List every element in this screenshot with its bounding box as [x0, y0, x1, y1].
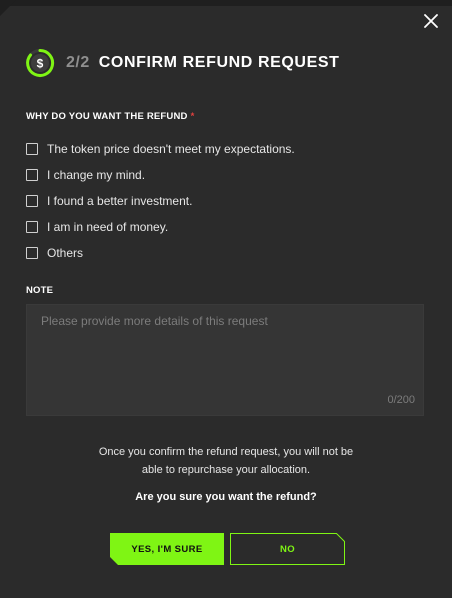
cancel-no-button[interactable]: NO: [230, 533, 345, 565]
confirmation-message-line: able to repurchase your allocation.: [141, 464, 311, 476]
reasons-label-text: WHY DO YOU WANT THE REFUND: [26, 111, 188, 122]
close-button[interactable]: [420, 10, 442, 32]
reason-checkbox[interactable]: [26, 169, 38, 181]
reason-option[interactable]: I found a better investment.: [26, 188, 295, 214]
reason-checkbox[interactable]: [26, 195, 38, 207]
reason-label: The token price doesn't meet my expectat…: [47, 142, 295, 156]
confirmation-question: Are you sure you want the refund?: [135, 491, 317, 503]
reasons-label: WHY DO YOU WANT THE REFUND *: [26, 111, 195, 122]
reason-checkbox[interactable]: [26, 247, 38, 259]
dollar-progress-icon: $: [26, 48, 55, 77]
modal-title: CONFIRM REFUND REQUEST: [98, 54, 340, 71]
note-textarea[interactable]: [27, 305, 423, 415]
confirmation-message-line: Once you confirm the refund request, you…: [98, 446, 354, 458]
reason-label: I found a better investment.: [47, 194, 193, 208]
modal-corner-cut: [0, 0, 16, 16]
modal-header: $ 2/2 CONFIRM REFUND REQUEST: [24, 47, 340, 79]
modal-top-strip: [0, 0, 452, 6]
confirmation-message: Once you confirm the refund request, you…: [0, 443, 452, 479]
close-icon: [424, 14, 438, 28]
reasons-list: The token price doesn't meet my expectat…: [26, 136, 295, 266]
reason-option[interactable]: Others: [26, 240, 295, 266]
refund-modal: $ 2/2 CONFIRM REFUND REQUEST WHY DO YOU …: [0, 0, 452, 598]
svg-text:$: $: [37, 57, 44, 71]
confirm-yes-button[interactable]: YES, I'M SURE: [110, 533, 224, 565]
reason-label: I change my mind.: [47, 168, 146, 182]
reason-label: I am in need of money.: [47, 220, 169, 234]
reason-option[interactable]: I change my mind.: [26, 162, 295, 188]
character-counter: 0/200: [387, 394, 415, 406]
note-label: NOTE: [26, 285, 54, 296]
no-button-label: NO: [279, 543, 296, 555]
reason-checkbox[interactable]: [26, 143, 38, 155]
step-indicator: 2/2: [66, 54, 90, 71]
reason-option[interactable]: The token price doesn't meet my expectat…: [26, 136, 295, 162]
reason-label: Others: [47, 246, 84, 260]
reason-option[interactable]: I am in need of money.: [26, 214, 295, 240]
required-mark: *: [190, 111, 195, 122]
note-field-container: 0/200: [26, 304, 424, 416]
reason-checkbox[interactable]: [26, 221, 38, 233]
